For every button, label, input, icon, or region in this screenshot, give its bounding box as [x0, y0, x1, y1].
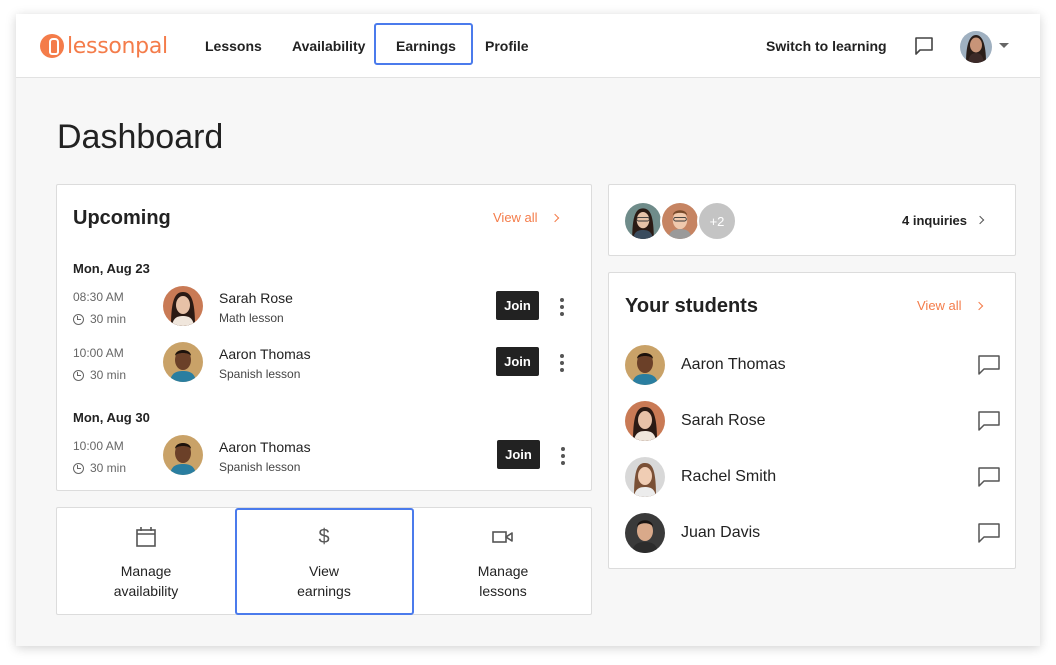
join-button[interactable]: Join [496, 291, 539, 320]
clock-icon [73, 313, 84, 325]
chevron-down-icon[interactable] [999, 43, 1009, 48]
lesson-duration: 30 min [73, 461, 126, 475]
app-window: lessonpal Lessons Availability Earnings … [16, 14, 1040, 646]
view-all-label: View all [917, 298, 962, 313]
inquiry-avatar [623, 201, 663, 241]
student-avatar [625, 345, 665, 385]
chevron-right-icon [550, 213, 559, 222]
lesson-row: 10:00 AM 30 min Aaron Thomas Spanish les… [57, 342, 591, 394]
chevron-right-icon [974, 301, 983, 310]
inquiries-count: 4 inquiries [902, 213, 968, 228]
clock-icon [73, 369, 84, 381]
inquiries-card[interactable]: +2 4 inquiries [608, 184, 1016, 256]
lesson-subject: Spanish lesson [219, 460, 301, 474]
student-row[interactable]: Juan Davis [609, 513, 1015, 569]
nav-profile[interactable]: Profile [485, 38, 529, 54]
student-name[interactable]: Aaron Thomas [219, 346, 311, 362]
more-options-icon[interactable] [560, 354, 564, 372]
student-name[interactable]: Aaron Thomas [219, 439, 311, 455]
logo-text: lessonpal [67, 33, 168, 59]
lesson-row: 10:00 AM 30 min Aaron Thomas Spanish les… [57, 435, 591, 487]
student-name: Juan Davis [681, 524, 761, 541]
nav-availability[interactable]: Availability [292, 38, 365, 54]
student-avatar [163, 286, 203, 326]
manage-availability-button[interactable]: Manage availability [57, 508, 235, 614]
more-options-icon[interactable] [561, 447, 565, 465]
upcoming-view-all-link[interactable]: View all [493, 210, 559, 225]
message-student-icon[interactable] [978, 467, 1000, 487]
switch-to-learning-link[interactable]: Switch to learning [766, 38, 887, 54]
student-row[interactable]: Rachel Smith [609, 457, 1015, 513]
student-name: Aaron Thomas [681, 356, 786, 373]
message-student-icon[interactable] [978, 523, 1000, 543]
message-student-icon[interactable] [978, 355, 1000, 375]
students-title: Your students [625, 295, 758, 317]
student-avatar [163, 342, 203, 382]
student-avatar [625, 513, 665, 553]
calendar-icon [136, 527, 156, 547]
student-row[interactable]: Aaron Thomas [609, 345, 1015, 401]
clock-icon [73, 462, 84, 474]
message-student-icon[interactable] [978, 411, 1000, 431]
page-title: Dashboard [57, 118, 224, 156]
lesson-time: 10:00 AM [73, 439, 124, 453]
student-avatar [163, 435, 203, 475]
student-name: Rachel Smith [681, 468, 777, 485]
lesson-row: 08:30 AM 30 min Sarah Rose Math lesson J… [57, 286, 591, 338]
date-heading: Mon, Aug 23 [73, 261, 150, 276]
more-inquiries-badge: +2 [697, 201, 737, 241]
lesson-subject: Spanish lesson [219, 367, 301, 381]
lessonpal-logo[interactable]: lessonpal [40, 33, 168, 59]
student-name: Sarah Rose [681, 412, 766, 429]
logo-icon [40, 34, 64, 58]
join-button[interactable]: Join [497, 440, 540, 469]
chat-bubble-icon[interactable] [914, 36, 934, 56]
more-options-icon[interactable] [560, 298, 564, 316]
date-heading: Mon, Aug 30 [73, 410, 150, 425]
view-earnings-highlight-box [235, 508, 414, 615]
lesson-time: 10:00 AM [73, 346, 124, 360]
video-camera-icon [492, 531, 513, 543]
student-avatar [625, 401, 665, 441]
lesson-subject: Math lesson [219, 311, 284, 325]
lesson-time: 08:30 AM [73, 290, 124, 304]
user-avatar[interactable] [960, 31, 992, 63]
view-all-label: View all [493, 210, 538, 225]
student-row[interactable]: Sarah Rose [609, 401, 1015, 457]
top-nav-bar: lessonpal Lessons Availability Earnings … [16, 14, 1040, 78]
students-card: Your students View all Aaron Thomas Sara… [608, 272, 1016, 569]
upcoming-title: Upcoming [73, 207, 171, 229]
students-view-all-link[interactable]: View all [917, 298, 983, 313]
inquiry-avatar [660, 201, 700, 241]
student-name[interactable]: Sarah Rose [219, 290, 293, 306]
lesson-duration: 30 min [73, 312, 126, 326]
lesson-duration: 30 min [73, 368, 126, 382]
action-label: Manage availability [113, 563, 179, 599]
nav-lessons[interactable]: Lessons [205, 38, 262, 54]
student-avatar [625, 457, 665, 497]
earnings-highlight-box [374, 23, 473, 65]
manage-lessons-button[interactable]: Manage lessons [414, 508, 592, 614]
upcoming-card: Upcoming View all Mon, Aug 23 08:30 AM 3… [56, 184, 592, 491]
action-label: Manage lessons [477, 563, 529, 599]
chevron-right-icon [975, 215, 985, 225]
join-button[interactable]: Join [496, 347, 539, 376]
